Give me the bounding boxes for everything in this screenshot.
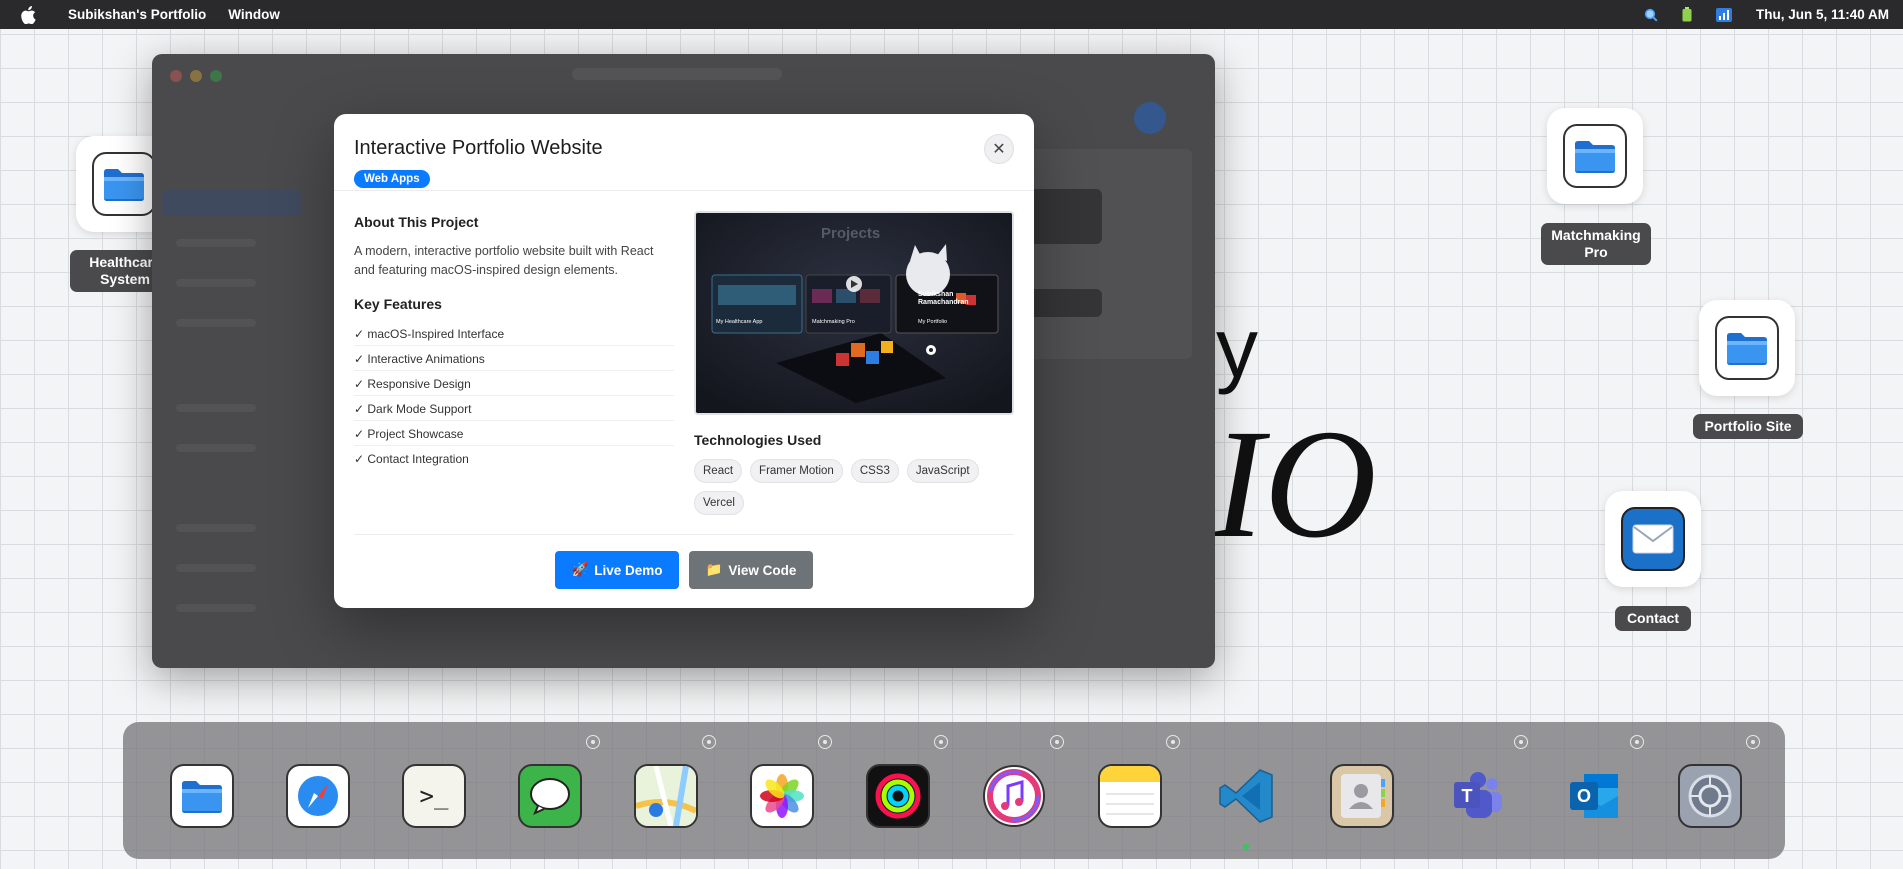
tech-tag: React — [694, 459, 743, 483]
apple-icon[interactable] — [18, 5, 38, 25]
feature-item: ✓ Contact Integration — [354, 452, 469, 466]
menu-datetime: Thu, Jun 5, 11:40 AM — [1755, 7, 1889, 22]
photos-dock-icon[interactable] — [750, 764, 814, 828]
screenshot-card-3-name: Subikshan Ramachandran — [918, 291, 969, 306]
feature-item: ✓ Responsive Design — [354, 371, 674, 396]
features-list: ✓ macOS-Inspired Interface ✓ Interactive… — [354, 321, 674, 471]
screenshot-card-2: Matchmaking Pro — [812, 319, 855, 325]
safari-dock-icon[interactable] — [286, 764, 350, 828]
close-button[interactable]: ✕ — [984, 134, 1014, 164]
sidebar-placeholder-4 — [176, 404, 256, 412]
features-heading: Key Features — [354, 296, 442, 312]
portfolio-site-folder-icon[interactable] — [1699, 300, 1795, 396]
about-heading: About This Project — [354, 214, 479, 230]
sidebar-placeholder-7 — [176, 564, 256, 572]
messages-dock-icon[interactable] — [518, 764, 582, 828]
matchmaking-folder-icon[interactable] — [1547, 108, 1643, 204]
svg-text:T: T — [1462, 786, 1473, 806]
vscode-running-dot — [1243, 844, 1249, 850]
screenshot-card-1: My Healthcare App — [716, 319, 763, 325]
wifi-icon[interactable] — [1715, 7, 1732, 22]
dock-indicator — [1746, 735, 1760, 749]
close-icon: ✕ — [992, 141, 1006, 158]
sidebar-selected-placeholder — [162, 190, 302, 216]
window-title-placeholder — [572, 68, 782, 80]
tech-tag: Framer Motion — [750, 459, 843, 483]
sidebar-placeholder-8 — [176, 604, 256, 612]
dock-indicator — [818, 735, 832, 749]
content-dark-block-2 — [1022, 289, 1102, 317]
dock: >_ T O — [123, 722, 1785, 859]
dock-indicator — [1630, 735, 1644, 749]
modal-title: Interactive Portfolio Website — [354, 137, 603, 159]
menu-bar: Subikshan's Portfolio Window Thu, Jun 5,… — [0, 0, 1903, 29]
matchmaking-label[interactable]: Matchmaking Pro — [1541, 223, 1651, 265]
system-settings-dock-icon[interactable] — [1678, 764, 1742, 828]
contact-mail-icon[interactable] — [1605, 491, 1701, 587]
notes-dock-icon[interactable] — [1098, 764, 1162, 828]
dock-indicator — [702, 735, 716, 749]
background-heading-fragment: y — [1216, 301, 1258, 395]
project-screenshot: Projects My Healthcare App Matchmaking P… — [694, 211, 1014, 415]
live-demo-label: Live Demo — [594, 562, 663, 578]
dock-indicator — [1514, 735, 1528, 749]
battery-icon[interactable] — [1682, 7, 1692, 22]
svg-text:O: O — [1577, 786, 1591, 806]
contacts-dock-icon[interactable] — [1330, 764, 1394, 828]
sidebar-placeholder-6 — [176, 524, 256, 532]
menu-window[interactable]: Window — [228, 7, 280, 22]
dock-indicator — [1166, 735, 1180, 749]
search-icon[interactable] — [1644, 8, 1658, 22]
view-code-button[interactable]: 📁 View Code — [689, 551, 813, 589]
sidebar-placeholder-5 — [176, 444, 256, 452]
project-modal: Interactive Portfolio Website Web Apps ✕… — [334, 114, 1034, 608]
terminal-dock-icon[interactable]: >_ — [402, 764, 466, 828]
technologies-heading: Technologies Used — [694, 432, 822, 448]
background-title-fragment: IO — [1212, 397, 1377, 570]
tech-tag: JavaScript — [906, 459, 979, 483]
feature-item: ✓ Interactive Animations — [354, 346, 674, 371]
sidebar-placeholder-2 — [176, 279, 256, 287]
portfolio-site-label[interactable]: Portfolio Site — [1693, 414, 1803, 439]
window-zoom-dot — [210, 70, 222, 82]
header-divider — [334, 190, 1034, 191]
dock-indicator — [934, 735, 948, 749]
teams-dock-icon[interactable]: T — [1446, 764, 1510, 828]
vscode-dock-icon[interactable] — [1214, 764, 1278, 828]
sidebar-placeholder-1 — [176, 239, 256, 247]
window-minimize-dot — [190, 70, 202, 82]
contact-label[interactable]: Contact — [1615, 606, 1691, 631]
dock-indicator — [586, 735, 600, 749]
terminal-prompt-icon: >_ — [419, 782, 449, 810]
screenshot-heading: Projects — [821, 225, 881, 242]
folder-icon: 📁 — [705, 562, 723, 577]
tech-tag: Vercel — [694, 491, 744, 515]
category-badge: Web Apps — [354, 170, 430, 188]
music-dock-icon[interactable] — [982, 764, 1046, 828]
rocket-icon: 🚀 — [571, 562, 589, 577]
content-dark-block-1 — [1022, 189, 1102, 244]
feature-item: ✓ Project Showcase — [354, 421, 674, 446]
feature-item: ✓ Dark Mode Support — [354, 396, 674, 421]
sidebar-placeholder-3 — [176, 319, 256, 327]
live-demo-button[interactable]: 🚀 Live Demo — [555, 551, 679, 589]
view-code-label: View Code — [728, 562, 797, 578]
avatar-placeholder — [1134, 102, 1166, 134]
maps-dock-icon[interactable] — [634, 764, 698, 828]
tech-tag: CSS3 — [850, 459, 899, 483]
window-close-dot — [170, 70, 182, 82]
technologies-list: React Framer Motion CSS3 JavaScript Verc… — [694, 459, 1014, 515]
screenshot-card-3-sub: My Portfolio — [918, 319, 948, 325]
outlook-dock-icon[interactable]: O — [1562, 764, 1626, 828]
footer-divider — [354, 534, 1014, 535]
finder-dock-icon[interactable] — [170, 764, 234, 828]
about-text: A modern, interactive portfolio website … — [354, 244, 654, 277]
dock-indicator — [1050, 735, 1064, 749]
feature-item: ✓ macOS-Inspired Interface — [354, 321, 674, 346]
activity-dock-icon[interactable] — [866, 764, 930, 828]
menu-app-name[interactable]: Subikshan's Portfolio — [68, 7, 206, 22]
